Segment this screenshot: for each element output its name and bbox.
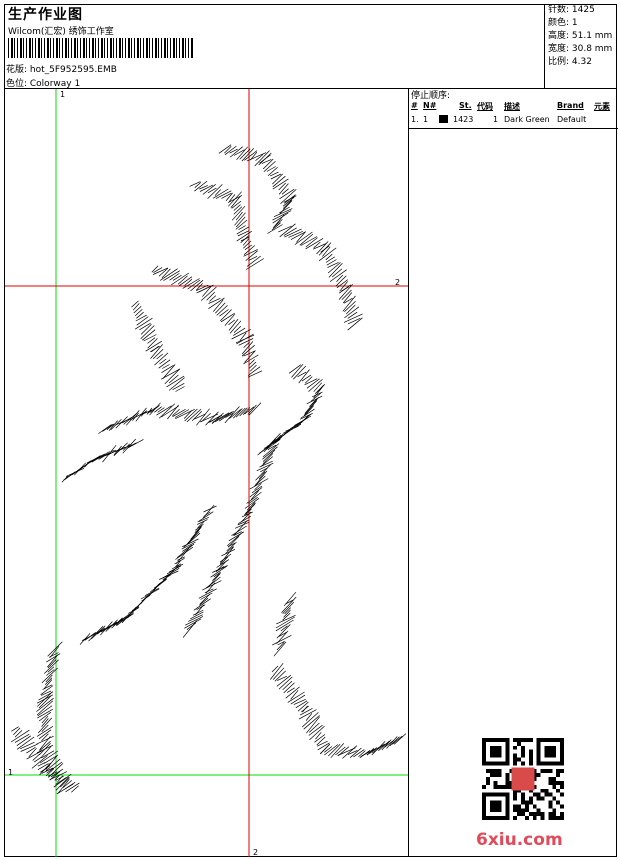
row-description: Dark Green	[504, 115, 550, 124]
stats-box: 针数: 1425 颜色: 1 高度: 51.1 mm 宽度: 30.8 mm 比…	[544, 4, 617, 89]
qr-logo	[511, 767, 535, 791]
row-stitches: 1423	[453, 115, 474, 124]
colorway-label: 色位: Colorway 1	[6, 79, 81, 89]
watermark: 6xiu.com	[476, 830, 563, 850]
guide-marker-bottom: 2	[253, 848, 258, 857]
col-needle: N#	[423, 101, 437, 110]
stop-sequence-title: 停止顺序:	[411, 91, 451, 101]
company-name: Wilcom(汇宏) 绣饰工作室	[8, 27, 114, 37]
col-index: #	[411, 101, 418, 110]
embroidery-preview: 1 2 2 1	[5, 89, 408, 857]
table-row: 1. 1 1423 1 Dark Green Default	[409, 115, 618, 127]
guide-marker-top: 1	[60, 90, 65, 99]
col-description: 描述	[504, 102, 520, 111]
row-brand: Default	[557, 115, 587, 124]
col-stitches: St.	[459, 101, 472, 110]
table-divider	[409, 128, 618, 129]
qr-code	[482, 738, 564, 820]
design-height: 高度: 51.1 mm	[548, 31, 613, 41]
header: 生产作业图 Wilcom(汇宏) 绣饰工作室 花版: hot_5F952595.…	[4, 4, 617, 89]
design-width: 宽度: 30.8 mm	[548, 44, 613, 54]
stitch-figure	[10, 144, 407, 795]
stop-sequence-header: # N# St. 代码 描述 Brand 元素	[409, 101, 618, 113]
color-count: 颜色: 1	[548, 18, 578, 28]
row-needle: 1	[423, 115, 429, 124]
col-element: 元素	[594, 102, 610, 111]
col-code: 代码	[477, 102, 493, 111]
row-code: 1	[493, 115, 499, 124]
row-index: 1.	[411, 115, 419, 124]
design-scale: 比例: 4.32	[548, 57, 592, 67]
stitch-count: 针数: 1425	[548, 5, 595, 15]
design-name: 花版: hot_5F952595.EMB	[6, 65, 117, 75]
guide-marker-right: 2	[395, 278, 400, 287]
guide-marker-left: 1	[8, 768, 13, 777]
barcode	[8, 38, 194, 58]
page-title: 生产作业图	[8, 7, 83, 23]
col-brand: Brand	[557, 101, 584, 110]
